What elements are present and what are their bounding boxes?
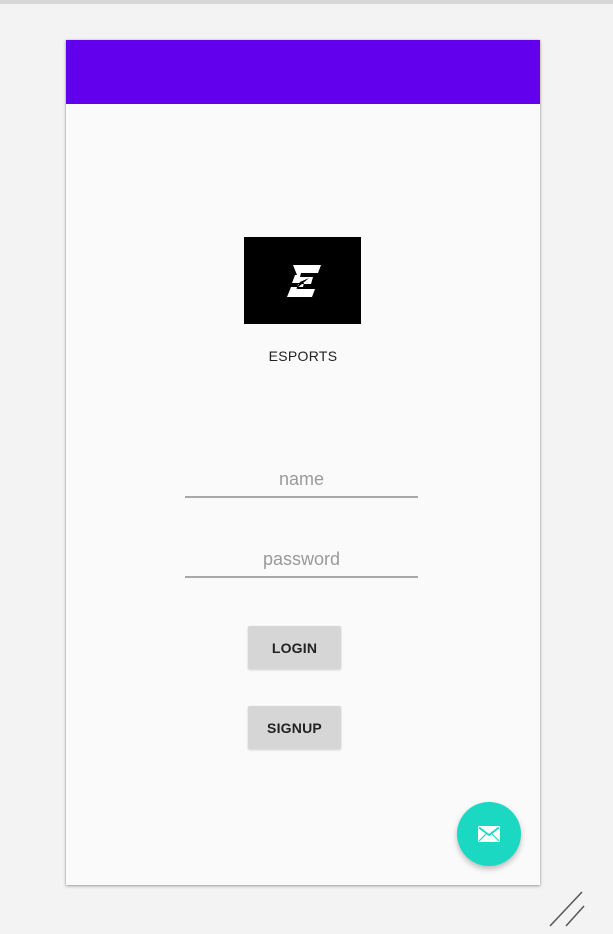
mail-icon [478, 826, 500, 842]
app-bar [66, 40, 540, 104]
window-top-border [0, 0, 613, 4]
password-input[interactable] [185, 542, 418, 578]
signup-button[interactable]: SIGNUP [248, 706, 341, 749]
mail-fab-button[interactable] [457, 802, 521, 866]
esports-logo-mark [286, 264, 321, 297]
login-button[interactable]: LOGIN [248, 626, 341, 669]
esports-logo-icon [244, 237, 361, 324]
phone-screen: ESPORTS LOGIN SIGNUP [66, 40, 540, 885]
name-input[interactable] [185, 462, 418, 498]
brand-label: ESPORTS [268, 348, 338, 364]
resize-grip-icon[interactable] [546, 866, 586, 928]
